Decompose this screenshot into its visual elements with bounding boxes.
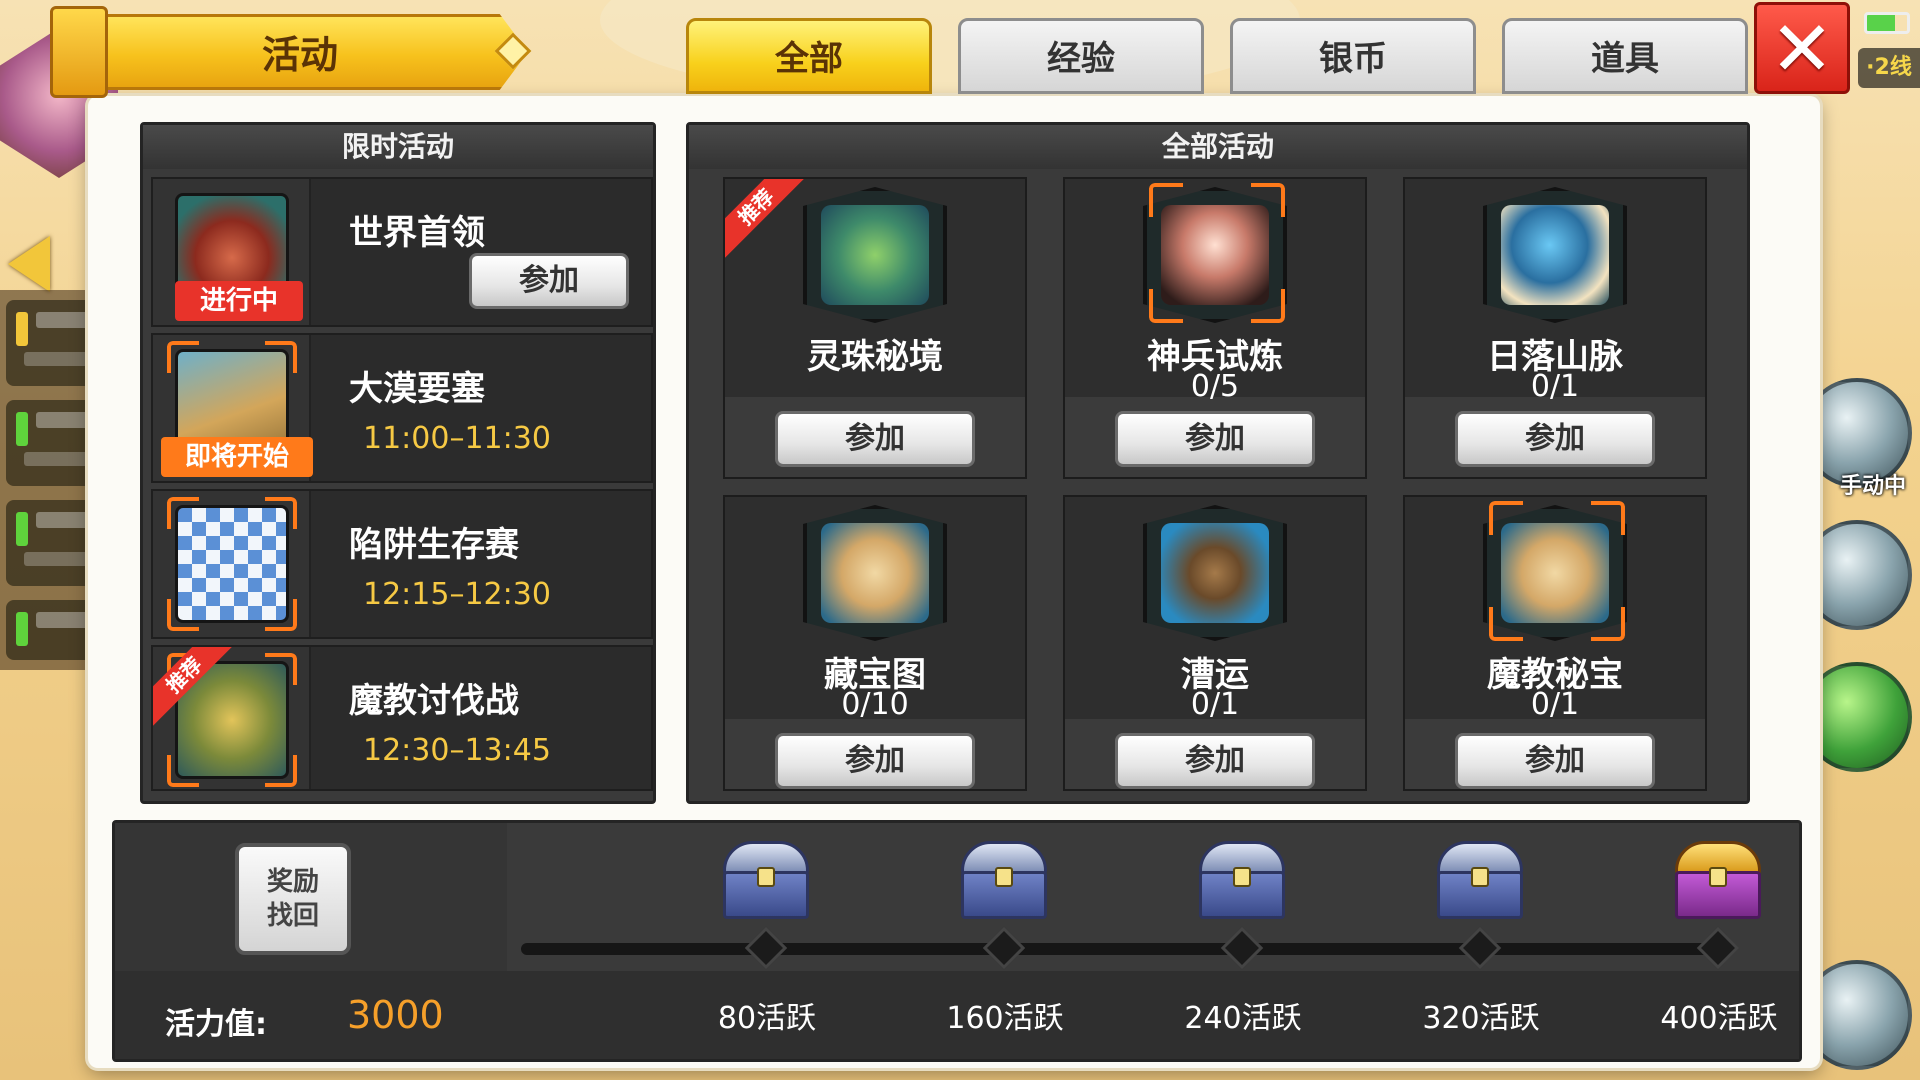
milestone-label: 80活跃: [717, 1001, 817, 1036]
activity-time: 12:30–13:45: [363, 733, 551, 768]
gold-chest-icon[interactable]: [1671, 841, 1765, 921]
milestone-label: 320活跃: [1422, 1001, 1540, 1036]
status-badge: 进行中: [175, 281, 303, 321]
vitality-value: 3000: [347, 993, 444, 1037]
server-line-badge[interactable]: ·2线: [1858, 48, 1920, 88]
activity-time: 12:15–12:30: [363, 577, 551, 612]
collapse-arrow-icon[interactable]: [8, 236, 50, 292]
tab-exp[interactable]: 经验: [958, 18, 1204, 94]
activity-card-demon-treasure[interactable]: 魔教秘宝 0/1 参加: [1403, 495, 1707, 791]
join-button[interactable]: 参加: [1455, 411, 1655, 467]
join-button[interactable]: 参加: [1115, 411, 1315, 467]
join-button[interactable]: 参加: [1455, 733, 1655, 789]
activity-card-pearl-realm[interactable]: 推荐 灵珠秘境 参加: [723, 177, 1027, 479]
activity-time: 11:00–11:30: [363, 421, 551, 456]
close-button[interactable]: ✕: [1754, 2, 1850, 94]
activity-name: 陷阱生存赛: [349, 525, 519, 565]
recommend-ribbon: 推荐: [153, 647, 239, 731]
silver-chest-icon[interactable]: [719, 841, 813, 921]
limited-panel-header: 限时活动: [143, 125, 653, 169]
limited-activities-panel: 限时活动 进行中 世界首领 参加 即将开始 大漠要塞 11:00–11:30 陷…: [140, 122, 656, 804]
activity-card-weapon-trial[interactable]: 神兵试炼 0/5 参加: [1063, 177, 1367, 479]
milestone-node: [982, 926, 1026, 970]
title-ribbon-cap: [50, 6, 108, 98]
highlight-frame: [1489, 501, 1625, 641]
island-icon: [821, 205, 929, 305]
milestone-node: [1696, 926, 1740, 970]
recommend-ribbon: 推荐: [725, 179, 811, 263]
silver-chest-icon[interactable]: [1433, 841, 1527, 921]
activity-count: 0/10: [841, 687, 909, 722]
activity-name: 魔教讨伐战: [349, 681, 519, 721]
activity-count: 0/1: [1530, 369, 1580, 404]
join-button[interactable]: 参加: [775, 733, 975, 789]
highlight-frame: [167, 497, 297, 631]
tab-items[interactable]: 道具: [1502, 18, 1748, 94]
all-activities-panel: 全部活动 推荐 灵珠秘境 参加 神兵试炼 0/5 参加 日落山脉 0/1 参加 …: [686, 122, 1750, 804]
status-badge: 即将开始: [161, 437, 313, 477]
reward-recovery-button[interactable]: 奖励 找回: [235, 843, 351, 955]
activity-reward-bar: 奖励 找回 活力值: 3000 80活跃 160活跃 240活跃 320活跃 4…: [112, 820, 1802, 1062]
silver-chest-icon[interactable]: [957, 841, 1051, 921]
highlight-frame: [1149, 183, 1285, 323]
battery-icon: [1864, 12, 1910, 34]
mushroom-egg-icon: [1501, 205, 1609, 305]
dialog-title: 活动: [261, 33, 338, 77]
milestone-label: 240活跃: [1184, 1001, 1302, 1036]
activity-count: 0/1: [1530, 687, 1580, 722]
all-panel-header: 全部活动: [689, 125, 1747, 169]
milestone-label: 400活跃: [1660, 1001, 1778, 1036]
activity-progress-track: [521, 943, 1711, 955]
limited-row-demon-crusade[interactable]: 推荐 魔教讨伐战 12:30–13:45: [151, 645, 653, 791]
join-button[interactable]: 参加: [775, 411, 975, 467]
milestone-label: 160活跃: [946, 1001, 1064, 1036]
close-icon: ✕: [1770, 4, 1834, 93]
activity-card-grain-transport[interactable]: 漕运 0/1 参加: [1063, 495, 1367, 791]
boat-icon: [1161, 523, 1269, 623]
activity-name: 大漠要塞: [349, 369, 485, 409]
limited-row-world-boss[interactable]: 进行中 世界首领 参加: [151, 177, 653, 327]
tab-silver[interactable]: 银币: [1230, 18, 1476, 94]
vitality-label: 活力值:: [165, 1007, 267, 1042]
join-button[interactable]: 参加: [469, 253, 629, 309]
activity-card-treasure-map[interactable]: 藏宝图 0/10 参加: [723, 495, 1027, 791]
milestone-node: [744, 926, 788, 970]
milestone-node: [1220, 926, 1264, 970]
treasure-map-icon: [821, 523, 929, 623]
activity-count: 0/5: [1190, 369, 1240, 404]
milestone-node: [1458, 926, 1502, 970]
join-button[interactable]: 参加: [1115, 733, 1315, 789]
activity-count: 0/1: [1190, 687, 1240, 722]
limited-row-desert-fortress[interactable]: 即将开始 大漠要塞 11:00–11:30: [151, 333, 653, 483]
activity-name: 灵珠秘境: [807, 337, 943, 377]
tab-all[interactable]: 全部: [686, 18, 932, 94]
silver-chest-icon[interactable]: [1195, 841, 1289, 921]
reward-recovery-label: 奖励 找回: [266, 867, 319, 931]
limited-row-trap-survival[interactable]: 陷阱生存赛 12:15–12:30: [151, 489, 653, 639]
manual-mode-label: 手动中: [1839, 474, 1906, 499]
activity-card-sunset-mountains[interactable]: 日落山脉 0/1 参加: [1403, 177, 1707, 479]
activity-name: 世界首领: [349, 213, 485, 253]
